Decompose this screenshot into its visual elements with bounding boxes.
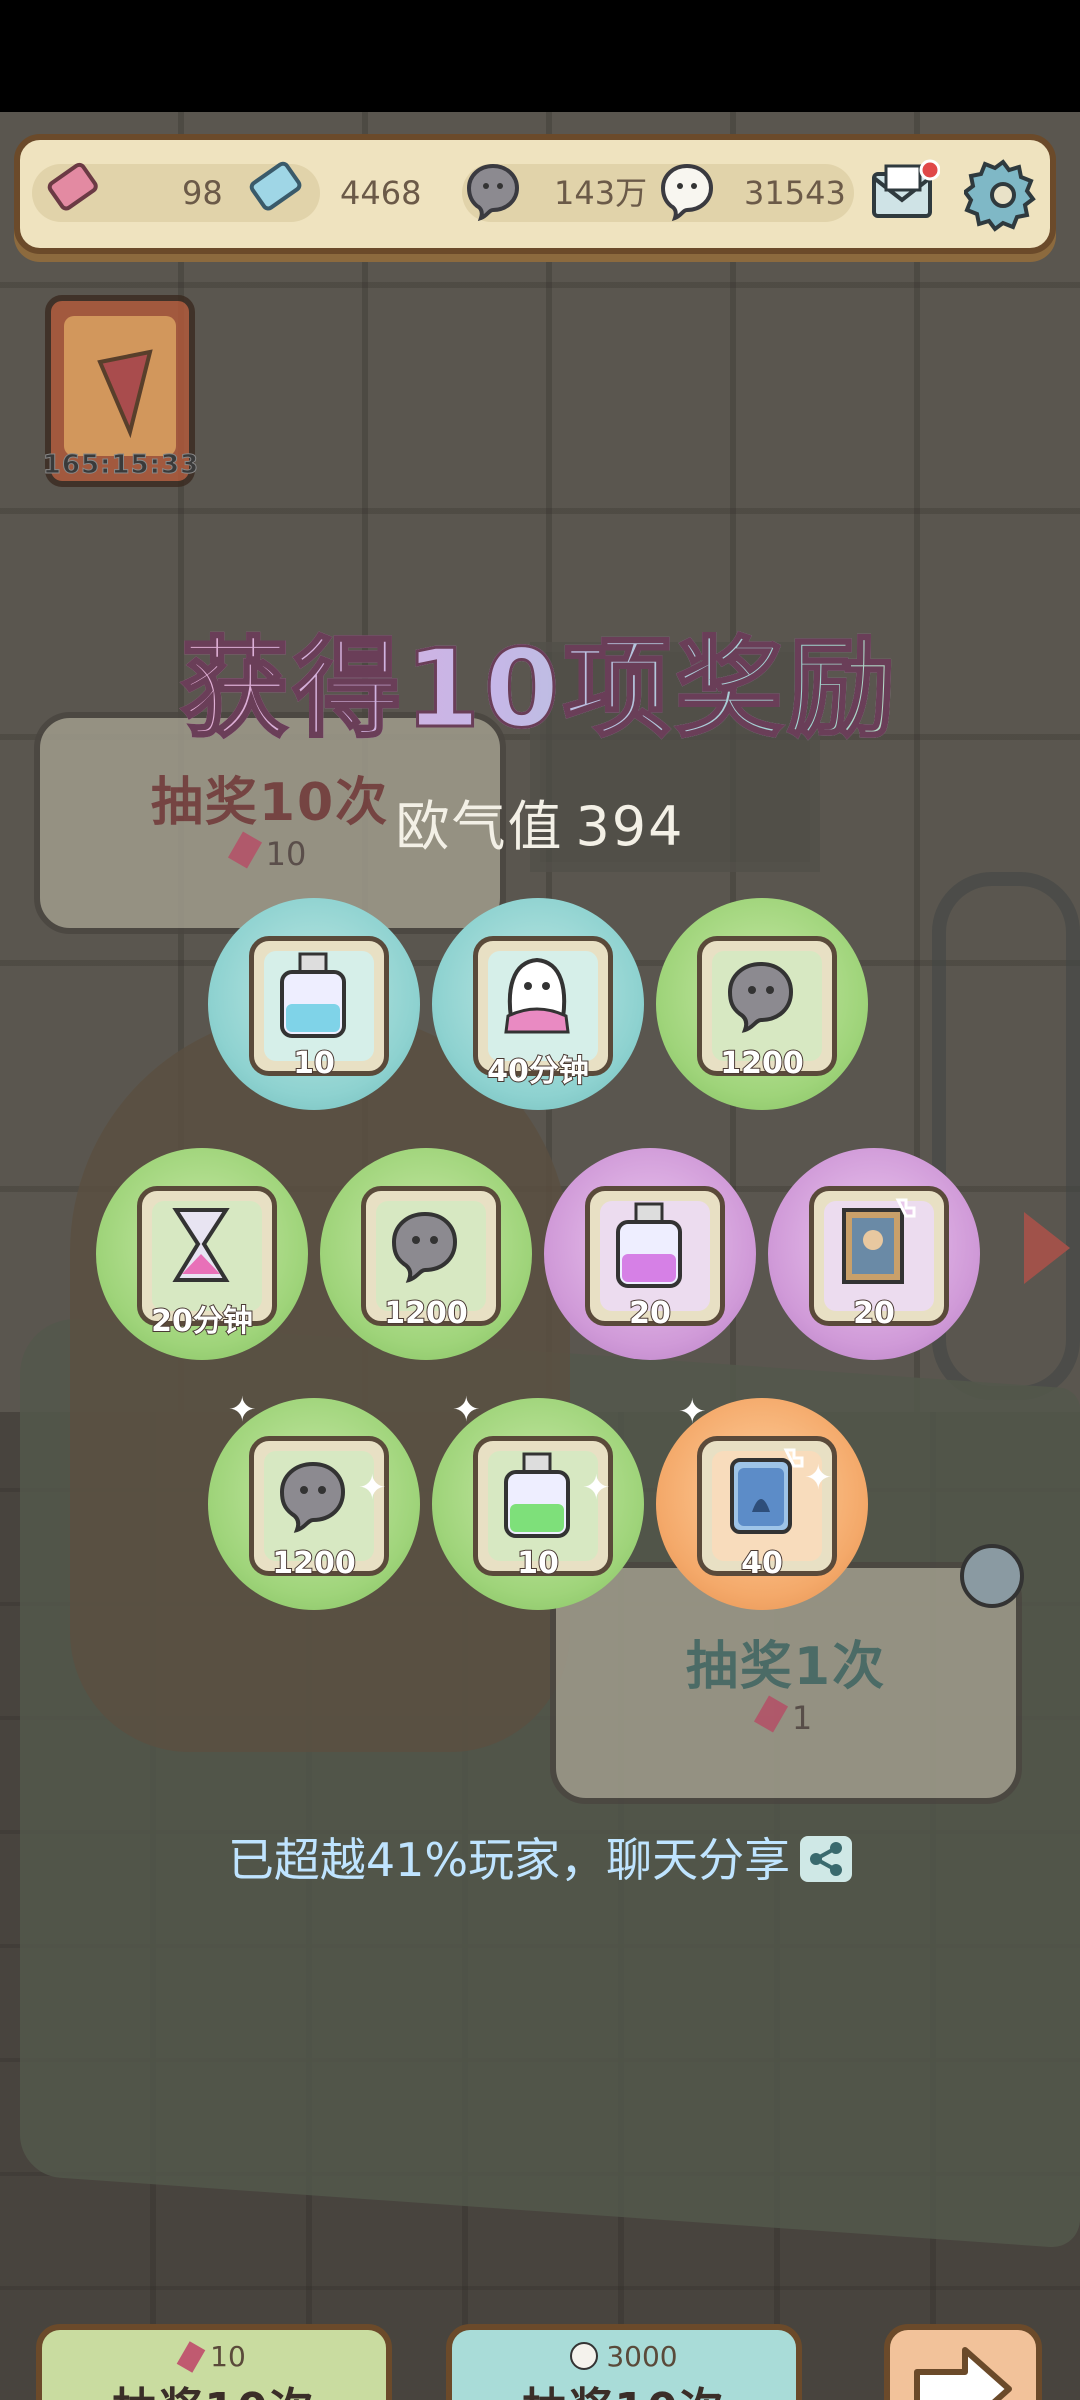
reward-quantity: 40 <box>740 1545 784 1582</box>
reward-item[interactable]: 20 <box>768 1148 980 1360</box>
draw-ten-ghost-button[interactable]: 3000 抽奖10次 <box>446 2324 802 2400</box>
share-text: 已超越41%玩家，聊天分享 <box>227 1833 791 1887</box>
sparkle-icon: ✦ <box>452 1390 481 1430</box>
reward-item[interactable]: 40 ✦ ✦ <box>656 1392 868 1610</box>
draw-label: 抽奖10次 <box>452 2373 796 2400</box>
resource-ticket: 98 <box>32 161 320 222</box>
share-row[interactable]: 已超越41%玩家，聊天分享 <box>0 1824 1080 1890</box>
reward-quantity: 1200 <box>383 1295 469 1332</box>
resource-bar: 98 4468 143万 31543 <box>14 134 1056 254</box>
reward-quantity: 10 <box>292 1045 336 1082</box>
mail-icon[interactable] <box>868 156 940 228</box>
background-draw-one-label: 抽奖1次 <box>685 1637 887 1697</box>
ticket-icon <box>176 2341 206 2373</box>
ghost-icon <box>570 2342 599 2370</box>
ghost-white-icon <box>660 163 714 222</box>
result-title: 获得10项奖励 <box>0 602 1080 758</box>
draw-ten-ticket-button[interactable]: 10 抽奖10次 <box>36 2324 392 2400</box>
event-timer: 165:15:33 <box>42 450 200 481</box>
reward-item[interactable]: 40分钟 <box>432 898 644 1110</box>
ghost-gray-count: 143万 <box>554 174 648 212</box>
draw-label: 抽奖10次 <box>42 2373 386 2400</box>
arrow-right-icon <box>914 2347 1012 2400</box>
reward-item[interactable]: 20分钟 <box>96 1148 308 1360</box>
side-arrow-icon <box>1024 1212 1070 1284</box>
ghost-gray-icon <box>466 163 520 222</box>
continue-button[interactable] <box>884 2324 1042 2400</box>
crystal-count: 4468 <box>340 174 422 212</box>
sparkle-icon: ✦ <box>358 1468 387 1508</box>
reward-item[interactable]: 10 <box>208 898 420 1110</box>
luck-value: 394 <box>575 795 685 858</box>
reward-quantity: 10 <box>516 1545 560 1582</box>
draw-cost: 10 <box>42 2340 386 2373</box>
sparkle-icon: ✦ <box>678 1392 707 1432</box>
luck-value-row: 欧气值 394 <box>0 782 1080 861</box>
sparkle-icon: ✦ <box>804 1458 833 1498</box>
ticket-icon <box>753 1695 788 1733</box>
ghost-white-count: 31543 <box>744 174 846 212</box>
reward-quantity: 20 <box>852 1295 896 1332</box>
reward-quantity: 20 <box>628 1295 672 1332</box>
reward-item[interactable]: 1200 <box>656 898 868 1110</box>
luck-label: 欧气值 <box>395 795 564 858</box>
gear-icon[interactable] <box>964 156 1042 234</box>
draw-cost: 3000 <box>452 2340 796 2373</box>
ticket-count: 98 <box>182 174 223 212</box>
reward-item[interactable]: 20 <box>544 1148 756 1360</box>
crystal-ticket-icon <box>249 161 302 211</box>
resource-ghost: 143万 31543 <box>462 163 854 222</box>
ticket-icon <box>47 162 98 211</box>
reward-item[interactable]: 10 ✦ ✦ <box>432 1390 644 1610</box>
sparkle-icon: ✦ <box>228 1390 257 1430</box>
game-scene: 抽奖10次 10 抽奖1次 1 98 4468 143万 31543 165:1… <box>0 112 1080 2400</box>
sparkle-icon: ✦ <box>582 1468 611 1508</box>
reward-quantity: 20分钟 <box>150 1303 254 1340</box>
share-icon[interactable] <box>800 1836 853 1882</box>
reward-quantity: 1200 <box>719 1045 805 1082</box>
reward-quantity: 1200 <box>271 1545 357 1582</box>
reward-quantity: 40分钟 <box>486 1053 590 1090</box>
arrow-right-circle-icon <box>960 1544 1024 1608</box>
background-draw-one-cost: 1 <box>556 1695 1016 1737</box>
reward-item[interactable]: 1200 <box>320 1148 532 1360</box>
reward-item[interactable]: 1200 ✦ ✦ <box>208 1390 420 1610</box>
